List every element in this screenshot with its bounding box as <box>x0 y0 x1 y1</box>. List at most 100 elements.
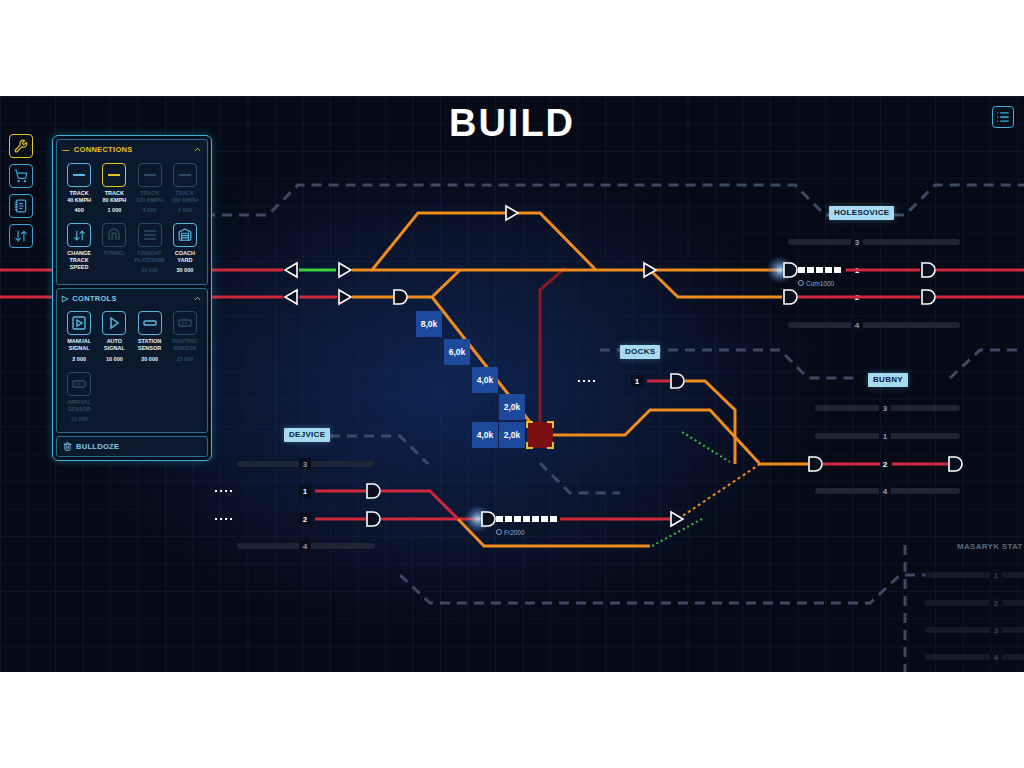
boundaries <box>205 185 1024 672</box>
track-number: 2 <box>883 460 888 469</box>
platform-track[interactable]: 3 <box>788 236 960 248</box>
train[interactable]: Com1000 <box>766 256 841 287</box>
signal-icon[interactable] <box>339 290 351 304</box>
game-view: 312413124312412348,0k6,0k4,0k2,0k4,0k2,0… <box>0 96 1024 672</box>
station-signal-icon[interactable] <box>784 290 797 304</box>
bulldoze-button[interactable]: BULLDOZE <box>56 436 208 457</box>
build-tool[interactable]: STATIONSENSOR20 000 <box>133 311 167 362</box>
cost-tile: 4,0k <box>472 367 498 393</box>
tool-price: 15 000 <box>71 416 88 423</box>
platform-track[interactable]: 3 <box>925 624 1024 636</box>
build-tool[interactable]: ARRIVALSENSOR 15 000 <box>62 372 96 423</box>
train-car <box>798 267 805 273</box>
platform-track[interactable]: 3 <box>237 458 375 470</box>
build-tool[interactable]: AUTOSIGNAL10 000 <box>97 311 131 362</box>
cost-tile: 2,0k <box>499 422 525 448</box>
tool-button[interactable] <box>9 224 33 248</box>
station-signal-icon[interactable] <box>922 290 935 304</box>
tool-price: 2 000 <box>72 356 86 363</box>
station-signal-icon[interactable] <box>671 374 684 388</box>
station-signal-icon[interactable] <box>922 263 935 277</box>
page: 312413124312412348,0k6,0k4,0k2,0k4,0k2,0… <box>0 0 1024 768</box>
build-cursor[interactable] <box>527 422 553 448</box>
platform-track[interactable]: 3 <box>815 402 960 414</box>
tool-button[interactable] <box>9 164 33 188</box>
cost-tile: 6,0k <box>444 339 470 365</box>
cost-tile: 4,0k <box>472 422 498 448</box>
occupied-tracks <box>0 270 1024 519</box>
signal-icon[interactable] <box>644 263 656 277</box>
build-tool[interactable]: MANUALSIGNAL 2 000 <box>62 311 96 362</box>
platform-track[interactable]: 4 <box>788 319 960 331</box>
tool-price: 5 000 <box>178 207 192 214</box>
train-car <box>807 267 814 273</box>
platform-track[interactable]: 2 <box>215 513 311 525</box>
tool-price: 30 000 <box>176 267 193 274</box>
build-tool[interactable]: TRACK40 KMPH400 <box>62 163 96 214</box>
tool-label: MANUALSIGNAL <box>67 338 91 352</box>
train[interactable]: Fr2000 <box>464 505 557 536</box>
station-label[interactable]: MASARYK STAT <box>952 540 1024 554</box>
section-header[interactable]: ▷CONTROLS <box>62 294 202 304</box>
signal-icon[interactable] <box>285 263 297 277</box>
platform-track[interactable]: 4 <box>815 485 960 497</box>
build-tool[interactable]: CHANGETRACK SPEED <box>62 223 96 274</box>
platform-track[interactable]: 4 <box>237 540 375 552</box>
tool-icon-box <box>138 223 162 247</box>
tool-icon-box <box>102 311 126 335</box>
manual-signal-icon <box>71 315 87 331</box>
station-signal-icon[interactable] <box>367 512 380 526</box>
train-car <box>834 267 841 273</box>
station-signal-icon[interactable] <box>949 457 962 471</box>
platform-track[interactable]: 2 <box>925 597 1024 609</box>
built-tracks[interactable] <box>352 213 808 546</box>
signal-icon[interactable] <box>285 290 297 304</box>
build-tool[interactable]: FREIGHTPLATFORM 30 000 <box>133 223 167 274</box>
build-tool[interactable]: TRACK160 KMPH5 000 <box>168 163 202 214</box>
build-tool[interactable]: TUNNEL <box>97 223 131 274</box>
station-signal-icon[interactable] <box>367 484 380 498</box>
train-car <box>825 267 832 273</box>
station-signal-icon[interactable] <box>394 290 407 304</box>
tool-label: ARRIVALSENSOR <box>67 399 91 413</box>
track-number: 2 <box>303 515 308 524</box>
tool-icon-box <box>102 223 126 247</box>
section-marker: — <box>62 145 70 155</box>
tool-price: 30 000 <box>141 267 158 274</box>
signal-icon[interactable] <box>671 512 683 526</box>
train-car <box>523 516 530 522</box>
platform-track[interactable]: 1 <box>925 569 1024 581</box>
tool-label: FREIGHTPLATFORM <box>135 250 165 264</box>
station-signal-icon[interactable] <box>809 457 822 471</box>
tool-label: TRACK40 KMPH <box>67 190 91 204</box>
tool-button[interactable] <box>9 194 33 218</box>
tool-icon-box <box>138 163 162 187</box>
build-tool[interactable]: COACHYARD30 000 <box>168 223 202 274</box>
svg-text:8,0k: 8,0k <box>421 319 438 329</box>
station-label[interactable]: HOLESOVICE <box>829 206 894 220</box>
build-tool[interactable]: TRACK80 KMPH1 000 <box>97 163 131 214</box>
platform-track[interactable]: 1 <box>815 430 960 442</box>
station-label[interactable]: DEJVICE <box>284 428 330 442</box>
station-label[interactable]: BUBNY <box>868 373 908 387</box>
station-signal-icon[interactable] <box>784 263 797 277</box>
build-tool[interactable]: TRACK120 KMPH2 000 <box>133 163 167 214</box>
station-label[interactable]: DOCKS <box>620 345 660 359</box>
platform-track[interactable]: 4 <box>925 651 1024 663</box>
track-number: 1 <box>883 432 888 441</box>
signal-icon[interactable] <box>339 263 351 277</box>
platform-track[interactable]: 1 <box>215 485 311 497</box>
platform-track[interactable]: 2 <box>879 458 891 470</box>
signal-icon[interactable] <box>506 206 518 220</box>
map-grid <box>0 96 1024 672</box>
station-tracks: 3 1 2 4 <box>815 402 960 497</box>
menu-button[interactable] <box>992 106 1014 128</box>
tool-icon-box <box>67 163 91 187</box>
tool-price: 20 000 <box>141 356 158 363</box>
station-signal-icon[interactable] <box>482 512 495 526</box>
platform-track[interactable]: 1 <box>578 375 643 387</box>
section-header[interactable]: —CONNECTIONS <box>62 145 202 155</box>
build-tool[interactable]: ROUTINGSENSOR25 000 <box>168 311 202 362</box>
track-number: 1 <box>994 571 999 580</box>
tool-button[interactable] <box>9 134 33 158</box>
